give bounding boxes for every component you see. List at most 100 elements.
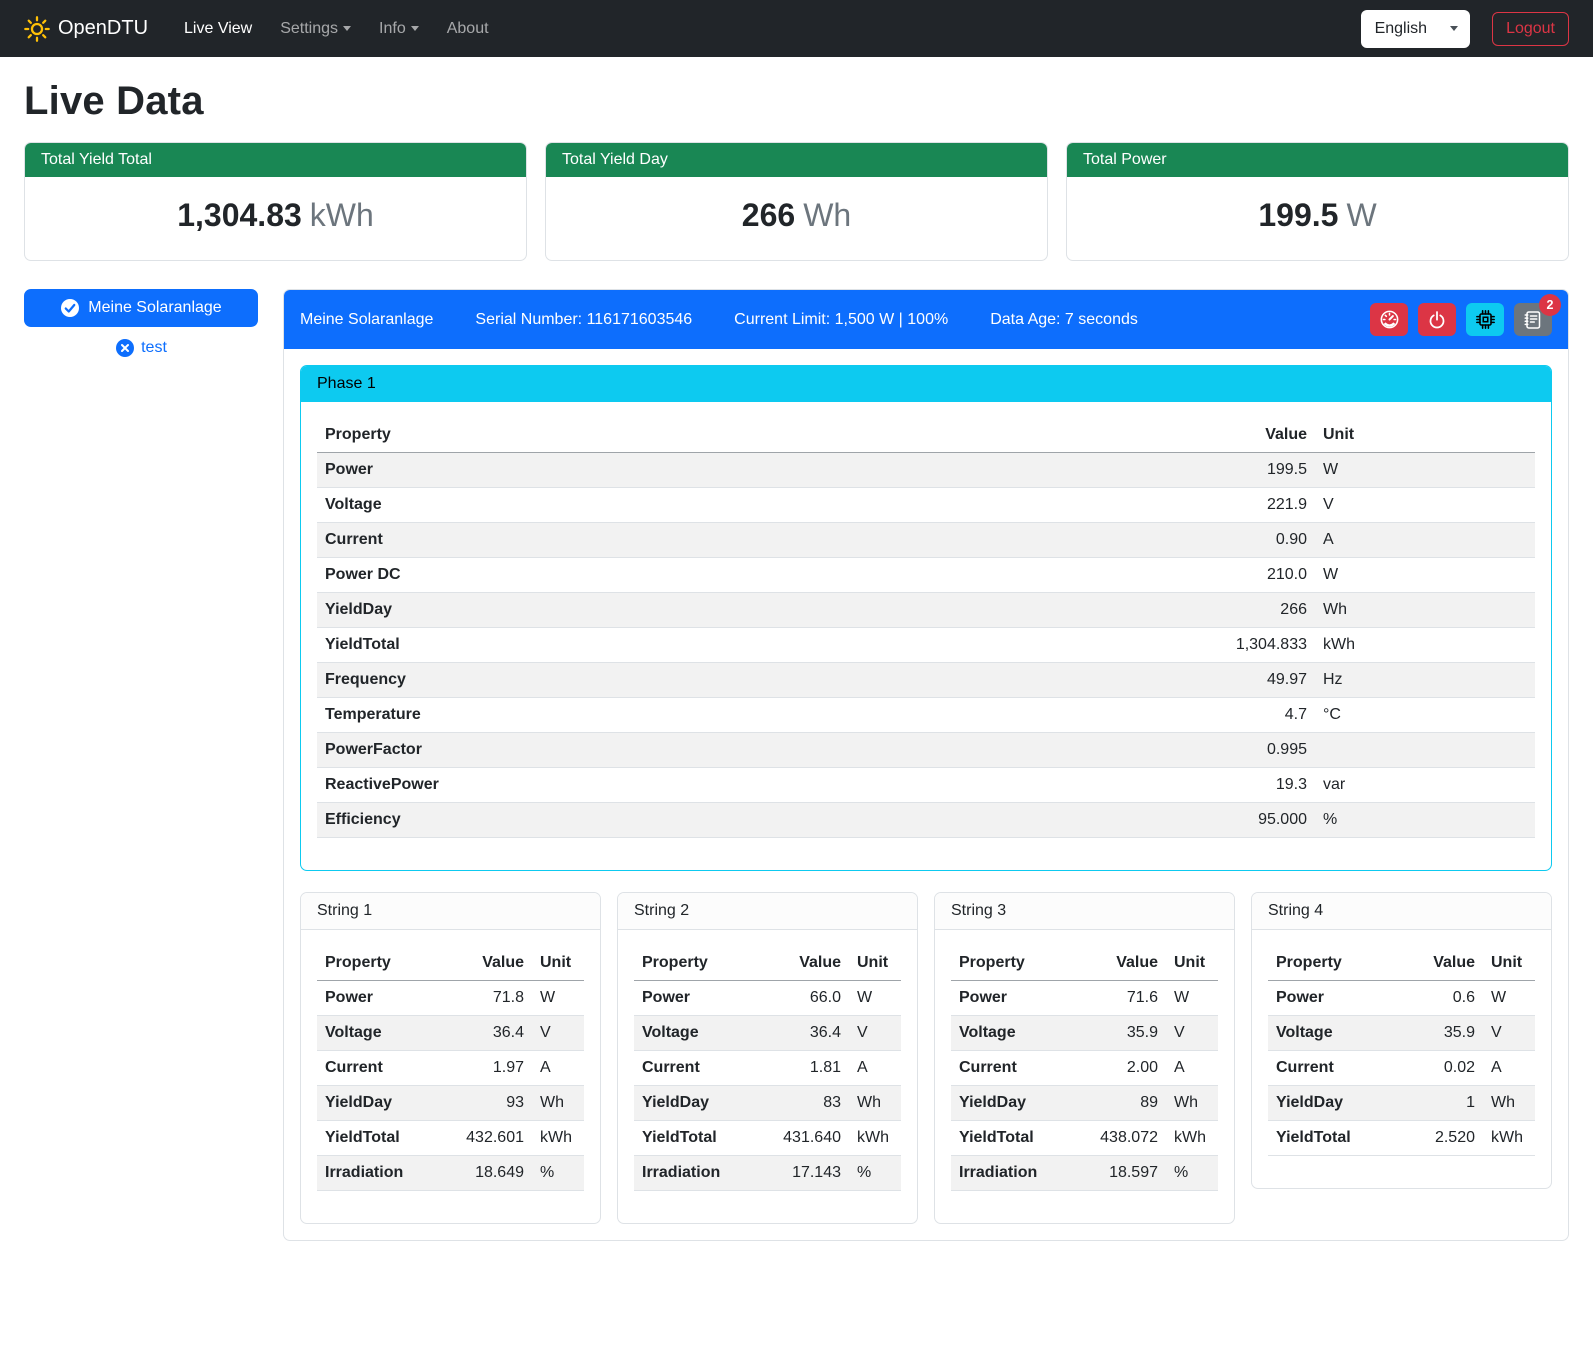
cell-value: 0.90 [914,523,1315,558]
cell-unit: Wh [532,1086,584,1121]
string-2-card: String 2 Property Value Unit [617,892,918,1224]
table-row: YieldTotal1,304.833kWh [317,628,1535,663]
column-header-unit: Unit [1483,946,1535,981]
firmware-button[interactable] [1466,303,1504,336]
table-header-row: Property Value Unit [317,418,1535,453]
inverter-item-test[interactable]: test [24,338,258,358]
cell-property: Current [317,1051,438,1086]
cell-value: 431.640 [755,1121,849,1156]
cell-unit: W [1166,981,1218,1016]
total-yield-total-card: Total Yield Total 1,304.83kWh [24,142,527,261]
cell-unit: kWh [1483,1121,1535,1156]
string-4-table: Property Value Unit Power0.6WVoltage35.9… [1268,946,1535,1156]
logout-button[interactable]: Logout [1492,12,1569,46]
chevron-down-icon [411,26,419,31]
nav-live-view[interactable]: Live View [174,12,262,46]
sun-icon [24,16,50,42]
phase-1-card: Phase 1 Property Value Unit Power199.5WV… [300,365,1552,871]
cell-unit: var [1315,768,1535,803]
table-row: Power DC210.0W [317,558,1535,593]
table-row: Current0.02A [1268,1051,1535,1086]
cell-unit: A [1315,523,1535,558]
cell-property: Irradiation [317,1156,438,1191]
inverter-test-label: test [141,339,167,357]
page-title: Live Data [24,79,1569,124]
cell-value: 432.601 [438,1121,532,1156]
cell-unit: Wh [1166,1086,1218,1121]
cell-value: 18.597 [1072,1156,1166,1191]
inverter-name: Meine Solaranlage [300,311,433,329]
cell-value: 83 [755,1086,849,1121]
table-row: Voltage221.9V [317,488,1535,523]
event-count-badge: 2 [1539,294,1561,316]
cell-unit: V [1315,488,1535,523]
table-row: Voltage36.4V [634,1016,901,1051]
string-3-title: String 3 [935,893,1234,930]
cell-value: 71.6 [1072,981,1166,1016]
cell-unit: Wh [849,1086,901,1121]
cpu-icon [1475,309,1496,330]
top-navbar: OpenDTU Live View Settings Info About En… [0,0,1593,57]
cell-unit: Hz [1315,663,1535,698]
cell-property: Power [634,981,755,1016]
cell-unit: A [532,1051,584,1086]
power-button[interactable] [1418,303,1456,336]
table-row: Power0.6W [1268,981,1535,1016]
string-2-title: String 2 [618,893,917,930]
cell-value: 438.072 [1072,1121,1166,1156]
cell-value: 1 [1399,1086,1483,1121]
language-select[interactable]: English [1361,10,1470,48]
inverter-selected-button[interactable]: Meine Solaranlage [24,289,258,327]
inverter-sidebar: Meine Solaranlage test [24,289,258,358]
table-row: Voltage36.4V [317,1016,584,1051]
cell-unit: kWh [1166,1121,1218,1156]
column-header-value: Value [1072,946,1166,981]
card-header: Total Yield Total [25,143,526,177]
nav-settings[interactable]: Settings [270,12,361,46]
cell-property: YieldTotal [1268,1121,1399,1156]
cell-unit: kWh [849,1121,901,1156]
card-header: Total Yield Day [546,143,1047,177]
cell-property: Voltage [634,1016,755,1051]
total-power-unit: W [1346,197,1376,233]
chevron-down-icon [1450,26,1458,31]
cell-value: 199.5 [914,453,1315,488]
column-header-property: Property [317,946,438,981]
cell-property: YieldTotal [317,1121,438,1156]
cell-value: 66.0 [755,981,849,1016]
cell-unit: V [849,1016,901,1051]
cell-property: Voltage [951,1016,1072,1051]
cell-property: PowerFactor [317,733,914,768]
table-row: ReactivePower19.3var [317,768,1535,803]
event-log-button[interactable]: 2 [1514,303,1552,336]
nav-about[interactable]: About [437,12,499,46]
summary-cards-row: Total Yield Total 1,304.83kWh Total Yiel… [24,142,1569,261]
cell-unit: A [1166,1051,1218,1086]
cell-unit: kWh [1315,628,1535,663]
table-row: Power71.8W [317,981,584,1016]
inverter-data-age: Data Age: 7 seconds [990,311,1138,329]
cell-value: 49.97 [914,663,1315,698]
cell-property: Current [1268,1051,1399,1086]
card-header: Total Power [1067,143,1568,177]
table-row: Irradiation18.649% [317,1156,584,1191]
string-3-card: String 3 Property Value Unit [934,892,1235,1224]
table-row: YieldDay89Wh [951,1086,1218,1121]
table-row: YieldTotal438.072kWh [951,1121,1218,1156]
nav-info[interactable]: Info [369,12,429,46]
total-power-card: Total Power 199.5W [1066,142,1569,261]
table-row: Frequency49.97Hz [317,663,1535,698]
limit-settings-button[interactable] [1370,303,1408,336]
cell-value: 4.7 [914,698,1315,733]
journal-text-icon [1523,310,1543,330]
column-header-property: Property [951,946,1072,981]
app-brand[interactable]: OpenDTU [24,16,148,42]
cell-unit: % [1166,1156,1218,1191]
cell-unit: Wh [1483,1086,1535,1121]
cell-property: YieldDay [951,1086,1072,1121]
table-row: Irradiation18.597% [951,1156,1218,1191]
cell-property: Voltage [317,1016,438,1051]
cell-unit: V [1166,1016,1218,1051]
phase-1-title: Phase 1 [301,366,1551,402]
x-circle-icon [115,338,135,358]
